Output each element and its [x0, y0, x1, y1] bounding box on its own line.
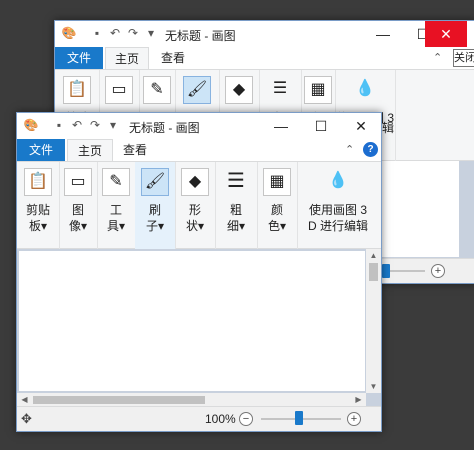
back-window-title: 无标题 - 画图: [165, 29, 236, 43]
undo-icon[interactable]: ↶: [107, 25, 123, 41]
undo-icon[interactable]: ↶: [69, 117, 85, 133]
vertical-scrollbar[interactable]: ▲ ▼: [366, 249, 381, 393]
group-brushes: 🖌 刷 子▾: [135, 162, 176, 254]
horizontal-scrollbar[interactable]: ◀ ▶: [17, 393, 366, 407]
help-icon[interactable]: ?: [363, 142, 378, 157]
horizontal-scroll-thumb[interactable]: [33, 396, 205, 404]
paint3d-icon[interactable]: 💧: [324, 168, 352, 196]
line-size-icon[interactable]: ☰: [222, 168, 250, 196]
back-title-bar[interactable]: 🎨 ▪ ↶ ↷ ▾ 无标题 - 画图 — ☐ ✕: [55, 21, 474, 47]
label-shapes[interactable]: 形 状▾: [175, 202, 215, 234]
save-icon[interactable]: ▪: [89, 25, 105, 41]
back-zoom-thumb[interactable]: [382, 264, 390, 278]
drawing-canvas[interactable]: [19, 251, 365, 391]
zoom-in-icon[interactable]: +: [347, 412, 361, 426]
tab-view[interactable]: 查看: [115, 139, 155, 161]
zoom-out-icon[interactable]: −: [239, 412, 253, 426]
front-paint-window: 🎨 ▪ ↶ ↷ ▾ 无标题 - 画图 — ☐ ✕ 文件 主页 查看 ⌃ ? 📋 …: [16, 112, 382, 432]
shapes-icon: ◆: [225, 76, 253, 104]
collapse-ribbon-icon[interactable]: ⌃: [345, 143, 354, 156]
tab-file[interactable]: 文件: [17, 139, 65, 161]
brush-icon: 🖌: [183, 76, 211, 104]
move-cursor-icon: ✥: [21, 411, 32, 426]
group-size: ☰ 粗 细▾: [215, 162, 258, 254]
image-icon: ▭: [105, 76, 133, 104]
shapes-icon[interactable]: ◆: [181, 168, 209, 196]
line-size-icon: ☰: [272, 80, 288, 97]
minimize-icon[interactable]: —: [261, 113, 301, 139]
label-paint3d[interactable]: 使用画图 3 D 进行编辑: [297, 202, 379, 234]
group-colors: ▦ 颜 色▾: [257, 162, 298, 254]
front-title-bar[interactable]: 🎨 ▪ ↶ ↷ ▾ 无标题 - 画图 — ☐ ✕: [17, 113, 381, 139]
label-brushes[interactable]: 刷 子▾: [135, 202, 175, 234]
scroll-up-icon[interactable]: ▲: [366, 251, 381, 260]
close-icon[interactable]: ✕: [341, 113, 381, 139]
label-clipboard[interactable]: 剪贴 板▾: [17, 202, 59, 234]
front-window-title: 无标题 - 画图: [129, 121, 200, 135]
customize-qat-icon[interactable]: ▾: [105, 117, 121, 133]
group-shapes: ◆ 形 状▾: [175, 162, 216, 254]
front-menu-bar: 文件 主页 查看 ⌃ ?: [17, 139, 381, 162]
scroll-right-icon[interactable]: ▶: [351, 395, 366, 404]
front-status-bar: ✥ 100% − +: [17, 406, 381, 431]
label-tools[interactable]: 工 具▾: [97, 202, 135, 234]
brush-icon[interactable]: 🖌: [141, 168, 169, 196]
back-zoom-in-icon[interactable]: +: [431, 264, 445, 278]
label-colors[interactable]: 颜 色▾: [257, 202, 297, 234]
paint-palette-icon: 🎨: [61, 26, 77, 40]
front-canvas-area: ▲ ▼ ◀ ▶: [17, 249, 381, 407]
back-tab-home[interactable]: 主页: [105, 47, 149, 69]
tools-icon: ✎: [143, 76, 171, 104]
collapse-ribbon-icon[interactable]: ⌃: [433, 51, 442, 64]
redo-icon[interactable]: ↷: [125, 25, 141, 41]
scroll-down-icon[interactable]: ▼: [366, 382, 381, 391]
colors-icon[interactable]: ▦: [263, 168, 291, 196]
group-paint3d: 💧 使用画图 3 D 进行编辑: [297, 162, 379, 254]
back-menu-bar: 文件 主页 查看 ⌃: [55, 47, 474, 70]
scroll-left-icon[interactable]: ◀: [17, 395, 32, 404]
image-icon[interactable]: ▭: [64, 168, 92, 196]
group-image: ▭ 图 像▾: [59, 162, 98, 254]
minimize-icon[interactable]: —: [363, 21, 403, 47]
redo-icon[interactable]: ↷: [87, 117, 103, 133]
label-image[interactable]: 图 像▾: [59, 202, 97, 234]
label-size[interactable]: 粗 细▾: [215, 202, 257, 234]
clipboard-icon: 📋: [63, 76, 91, 104]
tools-icon[interactable]: ✎: [102, 168, 130, 196]
front-ribbon: 📋 剪贴 板▾ ▭ 图 像▾ ✎ 工 具▾ 🖌 刷 子▾ ◆ 形 状▾ ☰ 粗 …: [17, 162, 381, 254]
zoom-slider-thumb[interactable]: [295, 411, 304, 425]
customize-qat-icon[interactable]: ▾: [143, 25, 159, 41]
paint3d-icon: 💧: [355, 80, 375, 97]
back-tab-file[interactable]: 文件: [55, 47, 103, 69]
maximize-icon[interactable]: ☐: [301, 113, 341, 139]
save-icon[interactable]: ▪: [51, 117, 67, 133]
close-icon[interactable]: ✕: [425, 21, 467, 47]
back-tooltip-text: 关闭: [454, 52, 474, 64]
vertical-scroll-thumb[interactable]: [369, 263, 378, 281]
paint-palette-icon: 🎨: [23, 118, 39, 132]
colors-icon: ▦: [304, 76, 332, 104]
group-clipboard: 📋 剪贴 板▾: [17, 162, 60, 254]
tab-home[interactable]: 主页: [67, 139, 113, 161]
group-tools: ✎ 工 具▾: [97, 162, 136, 254]
zoom-level: 100%: [205, 412, 236, 426]
back-close-tooltip: 关闭: [453, 49, 474, 67]
back-label-edit-fragment: 辑: [381, 121, 394, 135]
clipboard-icon[interactable]: 📋: [24, 168, 52, 196]
back-tab-view[interactable]: 查看: [153, 47, 193, 69]
